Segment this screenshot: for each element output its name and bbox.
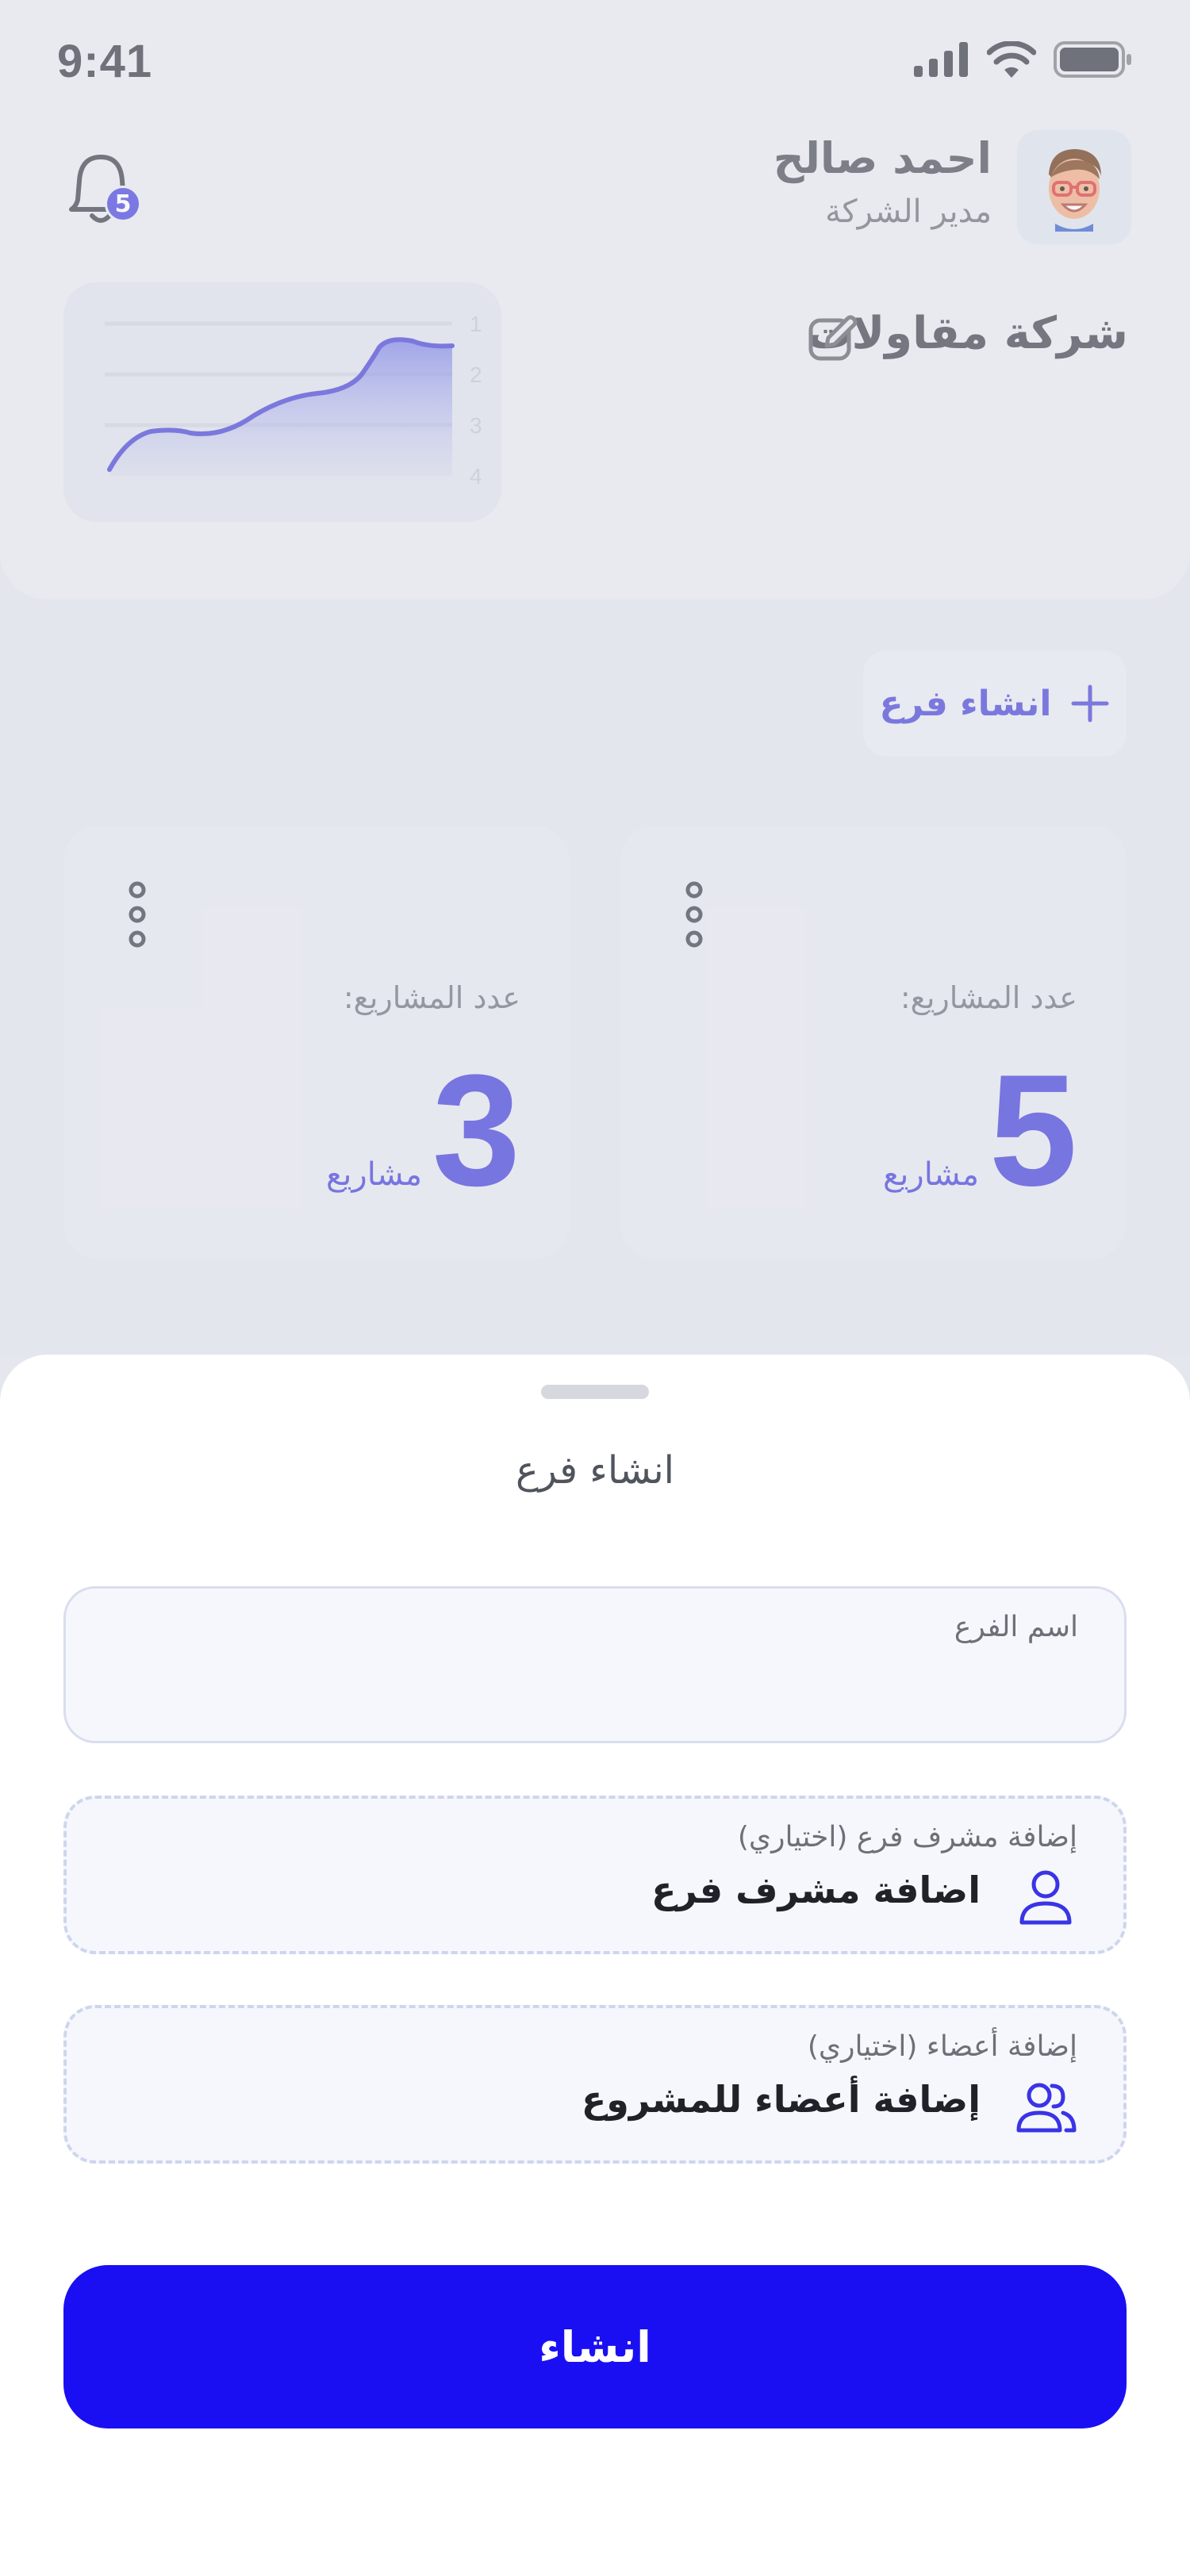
project-count-label: عدد المشاريع: (343, 980, 520, 1015)
wifi-icon (987, 41, 1036, 78)
status-icons (914, 41, 1133, 78)
project-count-unit: مشاريع (882, 1156, 979, 1193)
branch-card[interactable]: عدد المشاريع: 5 مشاريع (620, 825, 1127, 1259)
status-time: 9:41 (57, 36, 153, 87)
user-name: احمد صالح (773, 133, 992, 183)
branch-card[interactable]: عدد المشاريع: 3 مشاريع (63, 825, 570, 1259)
user-icon (1014, 1864, 1077, 1927)
create-branch-chip[interactable]: انشاء فرع (863, 650, 1127, 757)
more-vertical-icon (129, 881, 146, 948)
edit-company-button[interactable] (806, 312, 858, 365)
create-button[interactable]: انشاء (63, 2265, 1127, 2428)
create-branch-chip-label: انشاء فرع (879, 683, 1052, 724)
plus-icon (1071, 684, 1109, 723)
battery-icon (1054, 41, 1131, 78)
branch-name-label: اسم الفرع (954, 1611, 1078, 1643)
add-members-value: إضافة أعضاء للمشروع (581, 2078, 981, 2121)
avatar[interactable] (1017, 130, 1131, 244)
cellular-signal-icon (914, 42, 968, 77)
edit-icon (808, 315, 858, 361)
add-supervisor-field[interactable]: إضافة مشرف فرع (اختياري) اضافة مشرف فرع (63, 1796, 1127, 1954)
notification-badge: 5 (105, 186, 141, 222)
project-count-unit: مشاريع (325, 1156, 422, 1193)
chart-area (109, 339, 452, 476)
mini-chart: 1 2 3 4 (105, 312, 482, 489)
more-options-button[interactable] (127, 880, 148, 952)
more-vertical-icon (685, 881, 703, 948)
chart-tick-label: 4 (470, 464, 482, 489)
project-count: 5 (988, 1042, 1077, 1219)
chart-tick-label: 1 (470, 312, 482, 336)
chart-tick-label: 2 (470, 362, 482, 387)
chart-tick-label: 3 (470, 413, 482, 438)
mini-chart-card: 1 2 3 4 (63, 282, 501, 522)
users-icon (1014, 2073, 1077, 2137)
project-count-label: عدد المشاريع: (900, 980, 1077, 1015)
sheet-grabber[interactable] (541, 1385, 649, 1399)
add-members-field[interactable]: إضافة أعضاء (اختياري) إضافة أعضاء للمشرو… (63, 2005, 1127, 2164)
avatar-memoji-icon (1049, 149, 1101, 232)
branch-name-input[interactable] (98, 1665, 1078, 1712)
more-options-button[interactable] (684, 880, 704, 952)
branch-name-field[interactable]: اسم الفرع (63, 1586, 1127, 1743)
add-supervisor-value: اضافة مشرف فرع (651, 1869, 981, 1911)
project-count: 3 (432, 1042, 520, 1219)
sheet-title: انشاء فرع (515, 1448, 675, 1493)
add-supervisor-label: إضافة مشرف فرع (اختياري) (737, 1821, 1077, 1853)
user-role: مدير الشركة (825, 194, 992, 230)
add-members-label: إضافة أعضاء (اختياري) (807, 2030, 1077, 2063)
